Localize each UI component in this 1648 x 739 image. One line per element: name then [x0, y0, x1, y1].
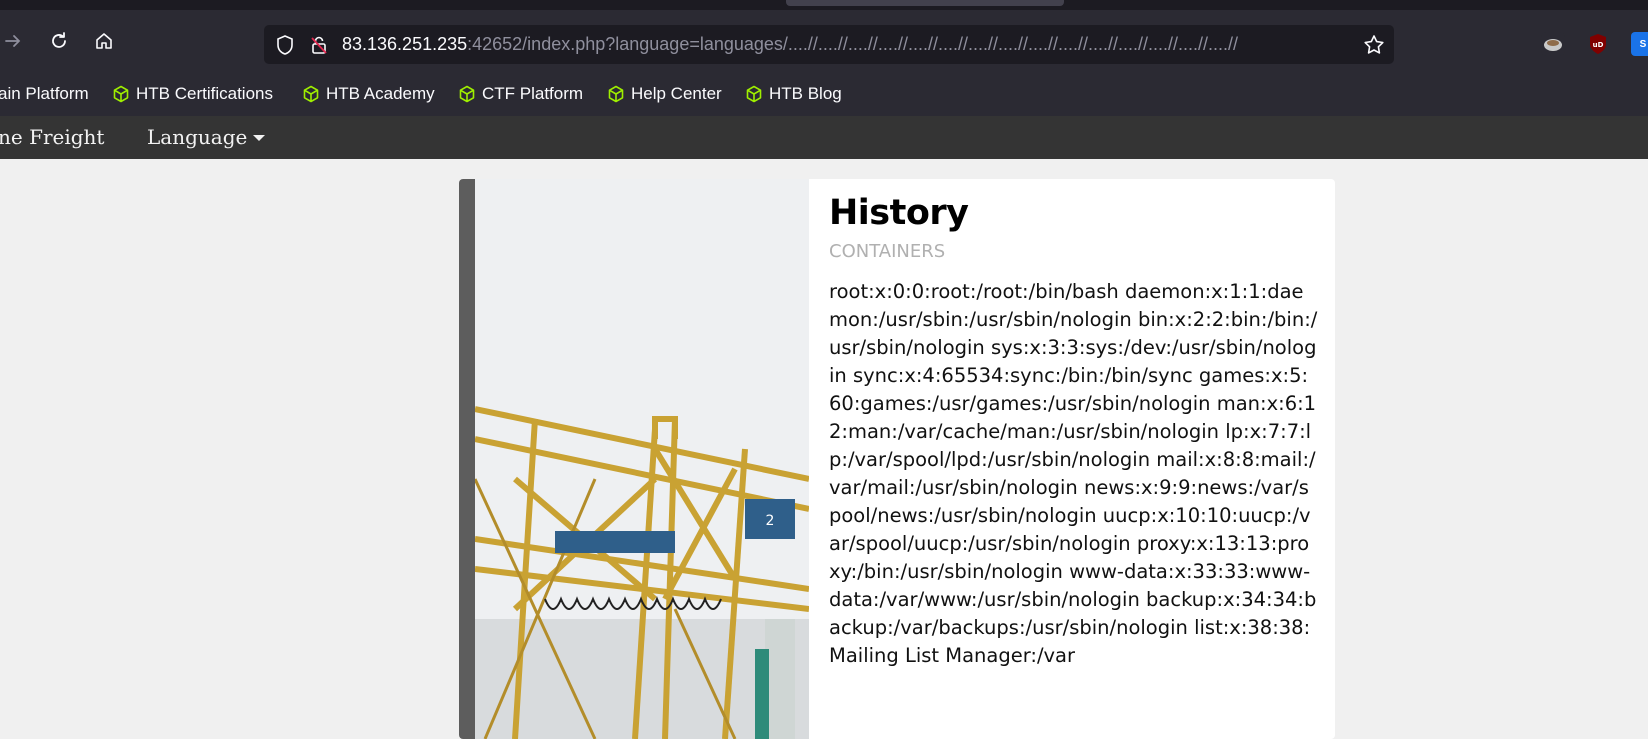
cube-icon: [303, 85, 319, 103]
forward-icon[interactable]: [0, 24, 30, 58]
caret-down-icon: [253, 134, 266, 141]
bookmark-htb-academy[interactable]: HTB Academy: [302, 72, 435, 116]
tab-strip: [0, 0, 1648, 10]
shield-icon[interactable]: [274, 34, 296, 56]
bookmark-main-platform[interactable]: ain Platform: [0, 72, 89, 116]
bookmark-label: CTF Platform: [482, 84, 584, 103]
bookmark-star-icon[interactable]: [1362, 33, 1386, 57]
site-brand[interactable]: ne Freight: [0, 116, 104, 159]
bookmark-label: Help Center: [631, 84, 722, 103]
url-host: 83.136.251.235: [342, 34, 468, 54]
s-extension-icon[interactable]: S: [1631, 32, 1648, 56]
cube-icon: [459, 85, 475, 103]
bookmark-label: HTB Academy: [326, 84, 435, 103]
browser-toolbar: 83.136.251.235:42652/index.php?language=…: [0, 10, 1648, 72]
bookmark-htb-blog[interactable]: HTB Blog: [745, 72, 842, 116]
bookmark-ctf-platform[interactable]: CTF Platform: [458, 72, 583, 116]
ublock-icon[interactable]: uD: [1586, 32, 1610, 56]
cube-icon: [113, 85, 129, 103]
card-left-bar: [459, 179, 475, 739]
active-tab[interactable]: [786, 0, 1064, 6]
url-bar[interactable]: 83.136.251.235:42652/index.php?language=…: [264, 25, 1394, 64]
card-subtitle: CONTAINERS: [829, 241, 946, 262]
url-text[interactable]: 83.136.251.235:42652/index.php?language=…: [342, 25, 1342, 64]
svg-text:uD: uD: [1593, 41, 1604, 49]
bookmark-help-center[interactable]: Help Center: [607, 72, 722, 116]
card-body-text: root:x:0:0:root:/root:/bin/bash daemon:x…: [829, 280, 1318, 667]
cube-icon: [608, 85, 624, 103]
language-dropdown[interactable]: Language: [147, 116, 266, 159]
bookmark-label: HTB Certifications: [136, 84, 273, 103]
svg-text:2: 2: [766, 513, 775, 529]
bookmark-label: HTB Blog: [769, 84, 842, 103]
container-crane-photo: 2: [475, 179, 809, 739]
bookmarks-bar: ain Platform HTB Certifications HTB Acad…: [0, 72, 1648, 116]
card-title: History: [829, 193, 969, 233]
bookmark-label: ain Platform: [0, 84, 89, 103]
crane-image: 2: [475, 179, 809, 739]
home-icon[interactable]: [87, 24, 121, 58]
insecure-lock-icon[interactable]: [308, 34, 330, 56]
language-label: Language: [147, 125, 248, 149]
cube-icon: [746, 85, 762, 103]
url-path: :42652/index.php?language=languages/....…: [467, 34, 1239, 54]
site-navbar: ne Freight Language: [0, 116, 1648, 159]
history-card: 2 History CONTAINERS root:x:0:0:root:/ro…: [459, 179, 1335, 739]
reload-icon[interactable]: [42, 24, 76, 58]
bookmark-htb-certifications[interactable]: HTB Certifications: [112, 72, 273, 116]
card-content: History CONTAINERS root:x:0:0:root:/root…: [829, 193, 1319, 670]
tracker-extension-icon[interactable]: [1541, 32, 1565, 56]
